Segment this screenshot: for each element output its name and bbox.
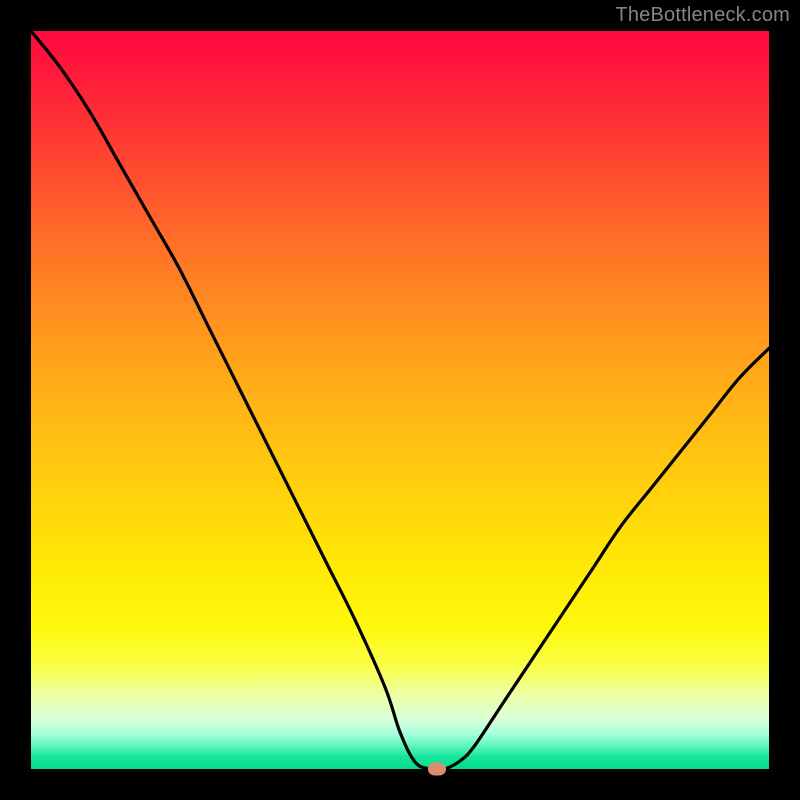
optimum-marker bbox=[428, 763, 446, 776]
watermark-text: TheBottleneck.com bbox=[615, 4, 790, 27]
chart-frame: TheBottleneck.com bbox=[0, 0, 800, 800]
plot-area bbox=[31, 31, 769, 769]
bottleneck-curve bbox=[31, 31, 769, 769]
